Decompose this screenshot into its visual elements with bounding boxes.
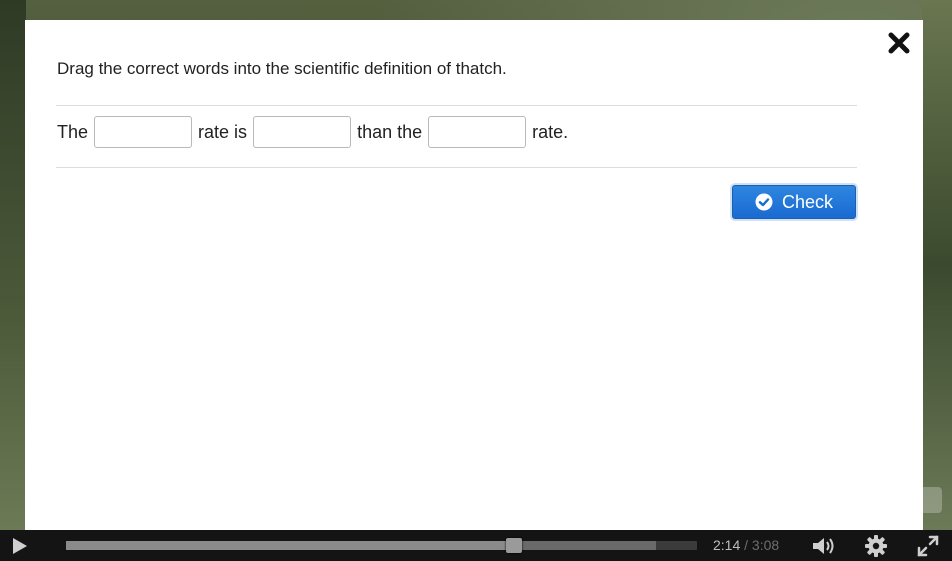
volume-icon	[813, 538, 834, 554]
progress-scrubber-handle[interactable]	[506, 538, 522, 553]
drop-zone-2[interactable]	[253, 116, 352, 148]
drop-zone-1[interactable]	[94, 116, 193, 148]
divider-bottom	[56, 167, 857, 168]
video-background-left	[0, 0, 26, 530]
sentence-word: rate is	[198, 121, 248, 142]
video-background-right	[922, 0, 952, 530]
fullscreen-icon	[917, 535, 939, 557]
close-button[interactable]	[888, 32, 910, 54]
drag-sentence: The rate is than the rate.	[57, 116, 574, 148]
check-button[interactable]: Check	[732, 185, 856, 219]
time-separator: /	[744, 537, 749, 553]
sentence-word: than the	[357, 121, 423, 142]
video-controls: 2:14 / 3:08	[0, 530, 952, 561]
total-time: 3:08	[751, 537, 780, 553]
check-circle-icon	[755, 193, 773, 211]
time-display: 2:14 / 3:08	[713, 537, 779, 553]
settings-button[interactable]	[864, 535, 888, 557]
volume-button[interactable]	[810, 535, 838, 557]
progress-played	[66, 541, 514, 550]
drop-zone-3[interactable]	[428, 116, 527, 148]
sentence-word: The	[57, 121, 89, 142]
fullscreen-button[interactable]	[916, 535, 940, 557]
play-button[interactable]	[6, 535, 32, 557]
current-time: 2:14	[713, 537, 741, 553]
instruction-text: Drag the correct words into the scientif…	[57, 59, 507, 78]
interaction-dialog: Drag the correct words into the scientif…	[25, 20, 923, 535]
check-button-label: Check	[781, 191, 834, 212]
close-icon	[888, 32, 910, 54]
divider-top	[56, 105, 857, 106]
play-icon	[13, 538, 27, 554]
progress-bar[interactable]	[66, 538, 697, 553]
sentence-word: rate.	[532, 121, 569, 142]
settings-gear-icon	[865, 535, 887, 557]
